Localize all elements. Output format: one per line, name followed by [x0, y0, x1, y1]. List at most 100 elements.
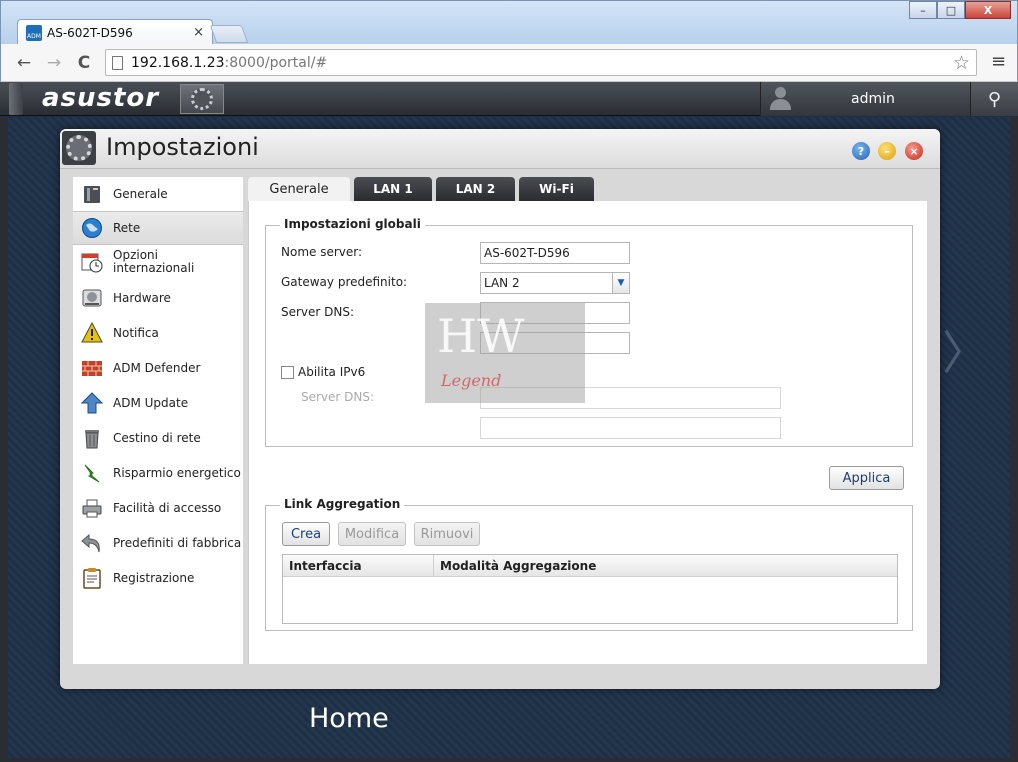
watermark-legend-text: Legend [441, 371, 502, 390]
sidebar-item-label: Facilità di accesso [113, 500, 222, 515]
tab-close-icon[interactable]: × [193, 25, 204, 40]
sidebar-item-adm-defender[interactable]: ADM Defender [73, 351, 243, 385]
user-icon [769, 87, 791, 111]
settings-taskbar-button[interactable] [180, 84, 224, 114]
up-arrow-icon [81, 392, 103, 414]
hw-legend-watermark: HW Legend [425, 303, 585, 403]
apply-button[interactable]: Applica [829, 466, 904, 490]
minimize-button[interactable]: – [878, 142, 896, 160]
server-name-label: Nome server: [281, 245, 363, 259]
sidebar-item-label: Risparmio energetico [113, 465, 241, 480]
bookmark-star-icon[interactable]: ☆ [953, 52, 970, 74]
sidebar-item-label: Generale [113, 186, 168, 201]
window-minimize-button[interactable]: – [909, 1, 937, 19]
energy-icon [84, 464, 100, 483]
ipv6-dns-secondary-input[interactable] [480, 417, 781, 439]
dns-label: Server DNS: [281, 305, 355, 319]
column-header-interfaccia[interactable]: Interfaccia [283, 555, 433, 577]
back-arrow-icon[interactable]: ← [13, 52, 35, 74]
home-label: Home [309, 703, 389, 734]
sidebar-item-label: Registrazione [113, 570, 195, 585]
sidebar-item-label: Opzioni internazionali [113, 248, 195, 275]
aggregation-table: Interfaccia Modalità Aggregazione [282, 554, 898, 624]
sidebar-item-label: ADM Update [113, 395, 189, 410]
browser-toolbar: ← → C 192.168.1.23:8000/portal/# ☆ ≡ [0, 44, 1018, 82]
forward-arrow-icon[interactable]: → [43, 52, 65, 74]
tab-panel: Impostazioni globali Nome server: AS-602… [248, 201, 927, 664]
user-menu[interactable]: admin [760, 82, 970, 116]
browser-tab[interactable]: ADM AS-602T-D596 × [17, 19, 213, 45]
sidebar-item-opzioni-internazionali[interactable]: Opzioni internazionali [73, 245, 243, 279]
settings-app-icon [62, 131, 96, 165]
next-page-arrow-icon[interactable]: 〉 [942, 317, 988, 383]
link-aggregation-legend: Link Aggregation [280, 497, 405, 511]
sidebar-item-facilita-di-accesso[interactable]: Facilità di accesso [73, 491, 243, 525]
sidebar-item-predefiniti-di-fabbrica[interactable]: Predefiniti di fabbrica [73, 526, 243, 560]
url-path: :8000/portal/# [224, 54, 328, 71]
ipv6-dns-label: Server DNS: [301, 390, 375, 404]
taskbar-handle[interactable] [9, 83, 23, 115]
warning-icon [81, 322, 103, 343]
tab-wifi[interactable]: Wi-Fi [519, 177, 594, 201]
tab-lan2[interactable]: LAN 2 [436, 177, 515, 201]
ipv6-checkbox[interactable] [281, 366, 294, 379]
sidebar-item-adm-update[interactable]: ADM Update [73, 386, 243, 420]
window-maximize-button[interactable]: □ [937, 1, 965, 19]
window-close-button[interactable]: X [965, 1, 1011, 19]
chevron-down-icon[interactable]: ▼ [612, 273, 629, 293]
page-icon [112, 55, 123, 70]
global-settings-legend: Impostazioni globali [280, 217, 425, 231]
window-controls: – □ X [909, 1, 1011, 19]
table-header: Interfaccia Modalità Aggregazione [283, 555, 897, 577]
remove-button[interactable]: Rimuovi [414, 522, 480, 546]
window-header[interactable]: Impostazioni ? – × [60, 129, 940, 169]
modify-button[interactable]: Modifica [338, 522, 406, 546]
column-header-modalita[interactable]: Modalità Aggregazione [433, 555, 897, 577]
new-tab-button[interactable] [209, 25, 249, 43]
search-icon[interactable]: ⚲ [970, 82, 1018, 116]
printer-icon [82, 499, 102, 518]
ipv6-label: Abilita IPv6 [298, 365, 366, 379]
globe-icon [82, 218, 102, 238]
sidebar-item-registrazione[interactable]: Registrazione [73, 561, 243, 595]
tab-lan1[interactable]: LAN 1 [354, 177, 432, 201]
sidebar-item-label: ADM Defender [113, 360, 201, 375]
url-host: 192.168.1.23 [131, 54, 225, 71]
window-title: Impostazioni [106, 133, 259, 161]
gateway-label: Gateway predefinito: [281, 275, 408, 289]
create-button[interactable]: Crea [282, 522, 330, 546]
user-name: admin [851, 91, 895, 107]
gateway-select[interactable]: LAN 2 ▼ [480, 272, 630, 294]
tab-generale[interactable]: Generale [248, 177, 350, 202]
undo-icon [81, 533, 100, 553]
settings-window: Impostazioni ? – × Generale Rete Opzioni… [60, 129, 940, 689]
browser-menu-icon[interactable]: ≡ [991, 53, 1007, 71]
hard-drive-icon [82, 289, 102, 307]
gear-icon [66, 135, 92, 161]
adm-favicon-icon: ADM [26, 24, 42, 41]
asustor-logo: asustor [42, 83, 160, 113]
link-aggregation-group: Link Aggregation Crea Modifica Rimuovi I… [265, 497, 913, 631]
gateway-selected-value: LAN 2 [484, 276, 520, 290]
tab-title: AS-602T-D596 [47, 25, 133, 40]
sidebar-item-notifica[interactable]: Notifica [73, 316, 243, 350]
server-icon [84, 186, 100, 203]
sidebar-item-generale[interactable]: Generale [73, 177, 243, 211]
watermark-hw-text: HW [437, 309, 525, 363]
reload-icon[interactable]: C [73, 52, 95, 74]
sidebar-item-label: Rete [113, 220, 141, 235]
sidebar-item-label: Predefiniti di fabbrica [113, 535, 242, 550]
sidebar-item-hardware[interactable]: Hardware [73, 281, 243, 315]
sidebar-item-risparmio-energetico[interactable]: Risparmio energetico [73, 456, 243, 490]
close-button[interactable]: × [905, 142, 923, 160]
sidebar-item-rete[interactable]: Rete [73, 211, 243, 245]
calendar-clock-icon [81, 253, 103, 273]
global-settings-group: Impostazioni globali Nome server: AS-602… [265, 217, 913, 447]
address-bar[interactable]: 192.168.1.23:8000/portal/# ☆ [105, 49, 977, 76]
browser-titlebar: ADM AS-602T-D596 × – □ X [0, 0, 1018, 45]
adm-topbar: asustor admin ⚲ [0, 82, 1018, 116]
trash-icon [85, 430, 99, 449]
sidebar-item-cestino-di-rete[interactable]: Cestino di rete [73, 421, 243, 455]
server-name-input[interactable]: AS-602T-D596 [480, 242, 630, 264]
help-button[interactable]: ? [852, 142, 870, 160]
